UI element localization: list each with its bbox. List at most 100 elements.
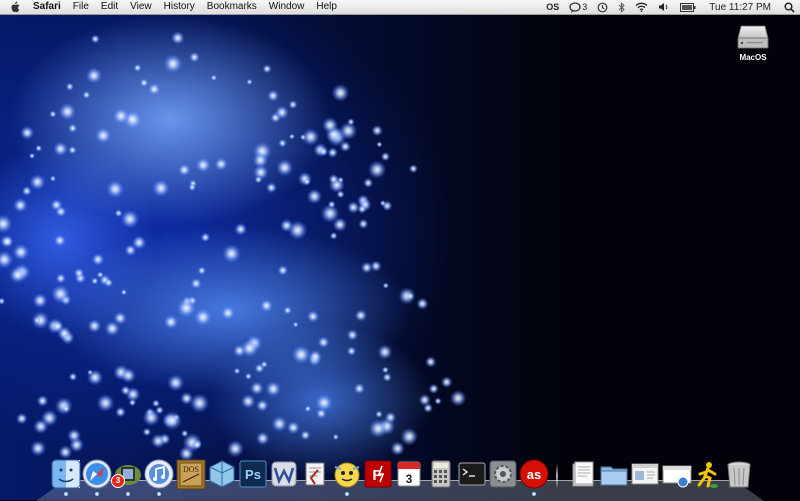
coral-polyp (28, 152, 36, 159)
status-menus: OS 3 Tue 11:27 PM (541, 0, 800, 14)
coral-polyp (300, 430, 311, 441)
coral-polyp (440, 376, 453, 388)
coral-polyp (21, 185, 32, 197)
coral-polyp (68, 372, 78, 382)
battery-icon[interactable] (680, 2, 696, 12)
lastfm-icon[interactable]: as (518, 458, 550, 490)
lastfm-status-icon[interactable]: OS (546, 2, 559, 12)
coral-polyp (240, 339, 259, 358)
coral-polyp (375, 410, 383, 419)
safari-icon[interactable] (81, 458, 113, 490)
coral-polyp (244, 372, 252, 380)
spotlight-search-icon[interactable] (784, 2, 795, 13)
coral-polyp (29, 440, 47, 457)
coral-polyp (103, 278, 114, 288)
mail-icon[interactable]: 3 (111, 458, 144, 490)
coral-polyp (13, 197, 28, 213)
finder-icon[interactable] (50, 458, 82, 490)
coral-polyp (104, 320, 121, 337)
coral-polyp (200, 232, 211, 243)
coral-polyp (189, 393, 210, 413)
coral-polyp (425, 356, 437, 368)
calculator-icon[interactable] (425, 458, 457, 490)
adium-icon[interactable] (331, 458, 363, 490)
menu-bookmarks[interactable]: Bookmarks (201, 0, 263, 14)
coral-polyp (327, 200, 336, 209)
itunes-icon[interactable] (143, 458, 175, 490)
coral-polyp (90, 34, 100, 44)
coral-polyp (287, 220, 308, 241)
coral-polyp (249, 381, 264, 396)
coral-polyp (252, 152, 269, 169)
writer-app-icon[interactable] (268, 458, 300, 490)
menu-edit[interactable]: Edit (95, 0, 124, 14)
dosbox-icon[interactable]: DOS (175, 458, 207, 490)
apple-menu-icon[interactable] (10, 1, 21, 13)
coral-polyp (91, 253, 105, 266)
coral-polyp (147, 82, 161, 96)
menu-window[interactable]: Window (263, 0, 311, 14)
coral-polyp (86, 369, 104, 386)
coral-polyp (265, 182, 277, 194)
menu-file[interactable]: File (67, 0, 95, 14)
dock-separator (556, 463, 558, 489)
system-preferences-icon[interactable] (487, 458, 519, 490)
coral-polyp (36, 394, 49, 407)
menu-app-name[interactable]: Safari (31, 0, 67, 14)
coral-polyp (299, 134, 307, 141)
menu-history[interactable]: History (158, 0, 201, 14)
coral-polyp (65, 82, 75, 91)
coral-polyp (367, 160, 387, 179)
coral-polyp (40, 409, 59, 427)
applications-folder-icon[interactable] (598, 458, 630, 490)
coral-polyp (434, 397, 442, 405)
coral-polyp (271, 415, 288, 432)
coral-polyp (55, 273, 67, 284)
coral-polyp (162, 410, 182, 431)
coral-polyp (35, 144, 43, 152)
coral-polyp (276, 159, 294, 177)
aim-icon[interactable] (692, 458, 724, 490)
coral-polyp (115, 406, 126, 418)
coral-polyp (58, 102, 77, 121)
downloads-stack-icon[interactable] (661, 458, 693, 490)
coral-polyp (133, 63, 142, 73)
coral-polyp (191, 439, 202, 450)
coral-polyp (152, 179, 170, 198)
menu-help[interactable]: Help (310, 0, 343, 14)
coral-polyp (278, 138, 287, 148)
script-editor-icon[interactable] (299, 458, 331, 490)
menu-view[interactable]: View (124, 0, 158, 14)
coral-polyp (288, 133, 295, 140)
menubar-clock[interactable]: Tue 11:27 PM (709, 2, 771, 13)
coral-polyp (303, 177, 311, 186)
coral-polyp (376, 141, 383, 148)
ical-icon[interactable]: 3 (393, 458, 425, 490)
time-machine-icon[interactable] (597, 2, 608, 13)
wifi-icon[interactable] (635, 2, 648, 12)
window-stack-icon[interactable] (629, 458, 661, 490)
bluetooth-icon[interactable] (618, 1, 626, 13)
desktop-drive-macos[interactable]: MacOS (733, 22, 773, 62)
coral-polyp (55, 205, 67, 218)
desktop-wallpaper (0, 0, 800, 500)
coral-polyp (32, 292, 48, 309)
lastfm-running-indicator (532, 492, 536, 496)
coral-polyp (68, 145, 77, 155)
volume-icon[interactable] (658, 2, 670, 12)
finder-running-indicator (64, 492, 68, 496)
dosbox-label: DOS (183, 465, 199, 474)
coral-polyp (139, 78, 149, 88)
coral-polyp (336, 190, 345, 199)
virtualbox-icon[interactable] (206, 458, 238, 490)
coral-polyp (306, 188, 323, 205)
filezilla-icon[interactable]: F (362, 458, 394, 490)
coral-polyp (49, 175, 57, 182)
photoshop-icon[interactable]: Ps (237, 458, 269, 490)
terminal-icon[interactable] (456, 458, 488, 490)
notification-status-icon[interactable]: 3 (569, 1, 587, 13)
trash-icon[interactable] (723, 458, 755, 490)
coral-polyp (53, 141, 68, 157)
documents-stack-icon[interactable] (567, 458, 599, 490)
coral-polyp (354, 309, 368, 322)
